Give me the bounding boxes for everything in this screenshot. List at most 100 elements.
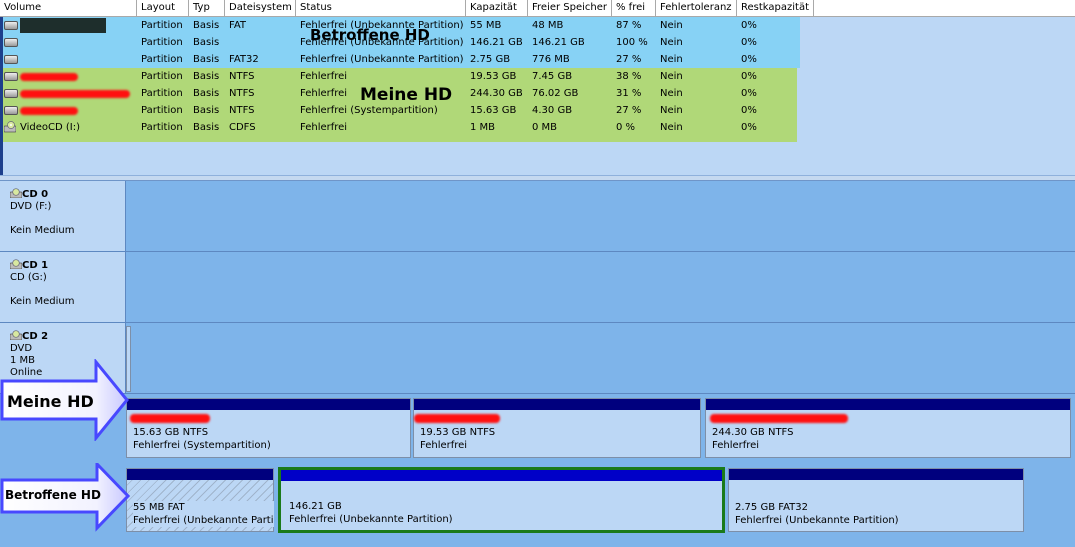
list-item[interactable]: Partition Basis Fehlerfrei (Unbekannte P… <box>0 34 1075 51</box>
col-type[interactable]: Typ <box>189 0 225 16</box>
cell-layout: Partition <box>141 37 183 48</box>
cell-free: 48 MB <box>532 20 564 31</box>
partition-meine-3[interactable]: 244.30 GB NTFS Fehlerfrei <box>705 398 1071 458</box>
cell-pct: 38 % <box>616 71 642 82</box>
arrow-meine-hd: Meine HD <box>0 357 130 443</box>
partition-status: Fehlerfrei (Systempartition) <box>133 440 271 451</box>
volume-list[interactable]: Partition Basis FAT Fehlerfrei (Unbekann… <box>0 17 1075 175</box>
cell-capacity: 2.75 GB <box>470 54 511 65</box>
disk-title: CD 0 <box>22 189 49 200</box>
partition-size: 15.63 GB NTFS <box>133 427 209 438</box>
col-capacity[interactable]: Kapazität <box>466 0 528 16</box>
cd-drive-icon <box>9 330 23 341</box>
disk-icon <box>4 38 18 47</box>
cell-type: Basis <box>193 122 220 133</box>
cell-overhead: 0% <box>741 20 757 31</box>
cell-fault: Nein <box>660 54 683 65</box>
cell-capacity: 19.53 GB <box>470 71 517 82</box>
cell-capacity: 55 MB <box>470 20 502 31</box>
cd-drive-icon <box>9 188 23 199</box>
cell-type: Basis <box>193 37 220 48</box>
cell-status: Fehlerfrei <box>300 71 348 82</box>
disk-area: 55 MB FAT Fehlerfrei (Unbekannte Parti 14… <box>126 464 1075 536</box>
partition-status: Fehlerfrei (Unbekannte Partition) <box>735 515 899 526</box>
cell-layout: Partition <box>141 88 183 99</box>
list-item[interactable]: Partition Basis FAT32 Fehlerfrei (Unbeka… <box>0 51 1075 68</box>
cell-capacity: 1 MB <box>470 122 496 133</box>
cell-pct: 87 % <box>616 20 642 31</box>
partition-status: Fehlerfrei <box>420 440 468 451</box>
partition-status: Fehlerfrei <box>712 440 760 451</box>
list-item[interactable]: VideoCD (I:) Partition Basis CDFS Fehler… <box>0 119 1075 136</box>
disk-row-cd2[interactable]: CD 2 DVD 1 MB Online <box>0 323 1075 394</box>
disk-row-cd1[interactable]: CD 1 CD (G:) Kein Medium <box>0 252 1075 323</box>
cell-pct: 100 % <box>616 37 648 48</box>
col-percent-free[interactable]: % frei <box>612 0 656 16</box>
col-fault-tolerance[interactable]: Fehlertoleranz <box>656 0 737 16</box>
cell-layout: Partition <box>141 71 183 82</box>
arrow-shape-icon <box>0 460 131 532</box>
partition-bar <box>127 469 273 480</box>
cell-overhead: 0% <box>741 54 757 65</box>
cell-status: Fehlerfrei (Unbekannte Partition) <box>300 54 464 65</box>
col-volume[interactable]: Volume <box>0 0 137 16</box>
cell-status: Fehlerfrei <box>300 88 348 99</box>
list-item[interactable]: Partition Basis NTFS Fehlerfrei (Systemp… <box>0 102 1075 119</box>
col-filesystem[interactable]: Dateisystem <box>225 0 296 16</box>
cell-free: 76.02 GB <box>532 88 579 99</box>
volume-list-header: Volume Layout Typ Dateisystem Status Kap… <box>0 0 1075 17</box>
partition-meine-2[interactable]: 19.53 GB NTFS Fehlerfrei <box>413 398 701 458</box>
cell-pct: 0 % <box>616 122 636 133</box>
disk-icon <box>4 21 18 30</box>
cell-pct: 27 % <box>616 54 642 65</box>
partition-size: 19.53 GB NTFS <box>420 427 496 438</box>
partition-betroffene-3[interactable]: 2.75 GB FAT32 Fehlerfrei (Unbekannte Part… <box>728 468 1024 532</box>
partition-meine-1[interactable]: 15.63 GB NTFS Fehlerfrei (Systempartition… <box>126 398 411 458</box>
col-layout[interactable]: Layout <box>137 0 189 16</box>
cell-capacity: 15.63 GB <box>470 105 517 116</box>
cell-free: 146.21 GB <box>532 37 585 48</box>
partition-betroffene-1[interactable]: 55 MB FAT Fehlerfrei (Unbekannte Parti <box>126 468 274 532</box>
list-item[interactable]: Partition Basis FAT Fehlerfrei (Unbekann… <box>0 17 1075 34</box>
disk-view[interactable]: CD 0 DVD (F:) Kein Medium CD 1 CD (G:) K… <box>0 181 1075 547</box>
disk-label[interactable]: CD 1 CD (G:) Kein Medium <box>0 252 126 322</box>
redaction-scribble <box>20 90 130 98</box>
partition-status: Fehlerfrei (Unbekannte Parti <box>133 515 274 526</box>
disk-row-meine[interactable]: 15.63 GB NTFS Fehlerfrei (Systempartition… <box>0 394 1075 464</box>
arrow-betroffene-hd: Betroffene HD <box>0 460 131 543</box>
cell-fault: Nein <box>660 71 683 82</box>
list-item[interactable]: Partition Basis NTFS Fehlerfrei 244.30 G… <box>0 85 1075 102</box>
disk-area <box>126 323 1075 393</box>
disk-icon <box>4 89 18 98</box>
arrow-label-betroffene: Betroffene HD <box>5 488 101 502</box>
cell-fs: FAT32 <box>229 54 259 65</box>
cell-overhead: 0% <box>741 105 757 116</box>
cell-fs: CDFS <box>229 122 256 133</box>
cd-drive-icon <box>9 259 23 270</box>
cell-free: 4.30 GB <box>532 105 573 116</box>
disk-size <box>10 213 125 225</box>
overlay-label-meine: Meine HD <box>360 85 453 105</box>
disk-size <box>10 284 125 296</box>
cell-fs: NTFS <box>229 88 255 99</box>
disk-row-betroffene[interactable]: 55 MB FAT Fehlerfrei (Unbekannte Parti 14… <box>0 464 1075 536</box>
col-free-space[interactable]: Freier Speicher <box>528 0 612 16</box>
overlay-label-betroffene: Betroffene HD <box>310 26 430 44</box>
partition-betroffene-2-selected[interactable]: 146.21 GB Fehlerfrei (Unbekannte Partitio… <box>278 467 725 533</box>
disk-icon <box>4 72 18 81</box>
partition-bar <box>706 399 1070 410</box>
cell-status: Fehlerfrei <box>300 122 348 133</box>
partition-status: Fehlerfrei (Unbekannte Partition) <box>289 514 453 525</box>
col-status[interactable]: Status <box>296 0 466 16</box>
cell-type: Basis <box>193 88 220 99</box>
disk-area <box>126 181 1075 251</box>
disk-icon <box>4 55 18 64</box>
list-item[interactable]: Partition Basis NTFS Fehlerfrei 19.53 GB… <box>0 68 1075 85</box>
cell-overhead: 0% <box>741 122 757 133</box>
partition-bar <box>281 470 722 481</box>
disk-row-cd0[interactable]: CD 0 DVD (F:) Kein Medium <box>0 181 1075 252</box>
redaction-scribble <box>20 107 78 115</box>
disk-label[interactable]: CD 0 DVD (F:) Kein Medium <box>0 181 126 251</box>
col-overhead[interactable]: Restkapazität <box>737 0 814 16</box>
cell-capacity: 146.21 GB <box>470 37 523 48</box>
